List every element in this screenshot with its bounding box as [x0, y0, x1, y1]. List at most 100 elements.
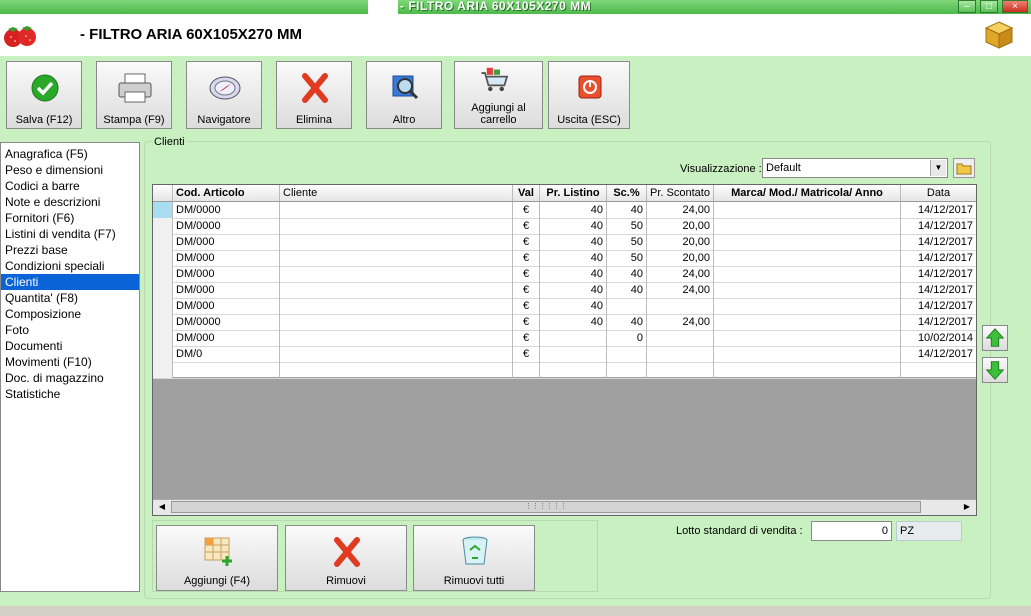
- cell-sc[interactable]: [607, 346, 647, 362]
- cell-listino[interactable]: [540, 330, 607, 346]
- cell-data[interactable]: 14/12/2017: [901, 314, 976, 330]
- cell-sc[interactable]: 50: [607, 234, 647, 250]
- cell-listino[interactable]: 40: [540, 314, 607, 330]
- cell-val[interactable]: €: [513, 314, 540, 330]
- cell-cod[interactable]: DM/000: [173, 266, 280, 282]
- move-down-button[interactable]: [982, 357, 1008, 383]
- cell-data[interactable]: 14/12/2017: [901, 218, 976, 234]
- chevron-down-icon[interactable]: ▼: [930, 160, 946, 176]
- cell-marca[interactable]: [714, 234, 901, 250]
- sidebar-item-note[interactable]: Note e descrizioni: [1, 194, 139, 210]
- print-button[interactable]: Stampa (F9): [96, 61, 172, 129]
- col-pr-listino[interactable]: Pr. Listino: [540, 185, 607, 201]
- sidebar-item-quantita[interactable]: Quantita' (F8): [1, 290, 139, 306]
- col-cliente[interactable]: Cliente: [280, 185, 513, 201]
- delete-button[interactable]: Elimina: [276, 61, 352, 129]
- cell-sc[interactable]: 40: [607, 282, 647, 298]
- cell-cod[interactable]: DM/000: [173, 298, 280, 314]
- table-row[interactable]: DM/000 €40 50 20,00 14/12/2017: [153, 250, 976, 267]
- table-row[interactable]: DM/0000 €40 40 24,00 14/12/2017: [153, 314, 976, 331]
- row-indicator[interactable]: [153, 298, 173, 314]
- cell-listino[interactable]: 40: [540, 218, 607, 234]
- cell-marca[interactable]: [714, 330, 901, 346]
- table-row[interactable]: DM/0000 €40 40 24,00 14/12/2017: [153, 202, 976, 219]
- cell-val[interactable]: €: [513, 218, 540, 234]
- move-up-button[interactable]: [982, 325, 1008, 351]
- sidebar-item-fornitori[interactable]: Fornitori (F6): [1, 210, 139, 226]
- cell-cliente[interactable]: [280, 234, 513, 250]
- col-data[interactable]: Data: [901, 185, 976, 201]
- table-row[interactable]: DM/0000 €40 50 20,00 14/12/2017: [153, 218, 976, 235]
- cell-val[interactable]: €: [513, 266, 540, 282]
- clienti-table[interactable]: Cod. Articolo Cliente Val Pr. Listino Sc…: [152, 184, 977, 516]
- cell-cliente[interactable]: [280, 362, 513, 378]
- row-indicator[interactable]: [153, 330, 173, 346]
- cell-cod[interactable]: DM/0000: [173, 218, 280, 234]
- table-row[interactable]: DM/000 €40 50 20,00 14/12/2017: [153, 234, 976, 251]
- row-indicator[interactable]: [153, 362, 173, 378]
- cell-data[interactable]: 14/12/2017: [901, 282, 976, 298]
- cell-data[interactable]: 14/12/2017: [901, 266, 976, 282]
- cell-data[interactable]: 14/12/2017: [901, 202, 976, 218]
- table-row[interactable]: DM/000 €40 14/12/2017: [153, 298, 976, 315]
- cell-marca[interactable]: [714, 346, 901, 362]
- cell-cod[interactable]: DM/000: [173, 234, 280, 250]
- remove-button[interactable]: Rimuovi: [285, 525, 407, 591]
- sidebar-item-foto[interactable]: Foto: [1, 322, 139, 338]
- cell-sc[interactable]: 50: [607, 218, 647, 234]
- sidebar-item-composizione[interactable]: Composizione: [1, 306, 139, 322]
- cell-marca[interactable]: [714, 282, 901, 298]
- folder-icon[interactable]: [953, 158, 975, 178]
- cell-cliente[interactable]: [280, 346, 513, 362]
- table-row[interactable]: DM/000 €0 10/02/2014: [153, 330, 976, 347]
- cell-cliente[interactable]: [280, 314, 513, 330]
- view-select[interactable]: Default ▼: [762, 158, 948, 178]
- sidebar-item-barcode[interactable]: Codici a barre: [1, 178, 139, 194]
- cell-cod[interactable]: DM/0000: [173, 202, 280, 218]
- cell-sc[interactable]: 50: [607, 250, 647, 266]
- sidebar-item-listini[interactable]: Listini di vendita (F7): [1, 226, 139, 242]
- cell-scontato[interactable]: 24,00: [647, 266, 714, 282]
- cell-marca[interactable]: [714, 314, 901, 330]
- row-indicator[interactable]: [153, 282, 173, 298]
- cell-listino[interactable]: 40: [540, 250, 607, 266]
- col-marca[interactable]: Marca/ Mod./ Matricola/ Anno: [714, 185, 901, 201]
- cell-listino[interactable]: 40: [540, 282, 607, 298]
- exit-button[interactable]: Uscita (ESC): [548, 61, 630, 129]
- cell-marca[interactable]: [714, 250, 901, 266]
- row-indicator[interactable]: [153, 234, 173, 250]
- cell-cod[interactable]: DM/0000: [173, 314, 280, 330]
- cell-sc[interactable]: 40: [607, 314, 647, 330]
- cell-data[interactable]: 14/12/2017: [901, 250, 976, 266]
- cell-sc[interactable]: [607, 362, 647, 378]
- table-row[interactable]: [153, 362, 976, 379]
- cell-data[interactable]: [901, 362, 976, 378]
- cell-scontato[interactable]: [647, 298, 714, 314]
- navigator-button[interactable]: Navigatore: [186, 61, 262, 129]
- cell-listino[interactable]: [540, 346, 607, 362]
- cell-scontato[interactable]: [647, 346, 714, 362]
- cell-val[interactable]: €: [513, 234, 540, 250]
- cell-val[interactable]: €: [513, 202, 540, 218]
- cell-val[interactable]: €: [513, 346, 540, 362]
- cell-marca[interactable]: [714, 362, 901, 378]
- cell-listino[interactable]: 40: [540, 266, 607, 282]
- sidebar-item-statistiche[interactable]: Statistiche: [1, 386, 139, 402]
- cell-cod[interactable]: DM/0: [173, 346, 280, 362]
- cell-cliente[interactable]: [280, 298, 513, 314]
- cell-scontato[interactable]: 24,00: [647, 314, 714, 330]
- cell-cliente[interactable]: [280, 218, 513, 234]
- cell-scontato[interactable]: 20,00: [647, 218, 714, 234]
- add-button[interactable]: Aggiungi (F4): [156, 525, 278, 591]
- cell-data[interactable]: 14/12/2017: [901, 298, 976, 314]
- horizontal-scrollbar[interactable]: ◀ ⋮⋮⋮⋮⋮⋮ ▶: [153, 499, 976, 515]
- cell-scontato[interactable]: [647, 362, 714, 378]
- row-indicator[interactable]: [153, 202, 173, 218]
- cell-sc[interactable]: 0: [607, 330, 647, 346]
- remove-all-button[interactable]: Rimuovi tutti: [413, 525, 535, 591]
- sidebar-item-condizioni[interactable]: Condizioni speciali: [1, 258, 139, 274]
- cell-scontato[interactable]: 24,00: [647, 202, 714, 218]
- cell-marca[interactable]: [714, 202, 901, 218]
- cell-val[interactable]: €: [513, 330, 540, 346]
- cell-marca[interactable]: [714, 298, 901, 314]
